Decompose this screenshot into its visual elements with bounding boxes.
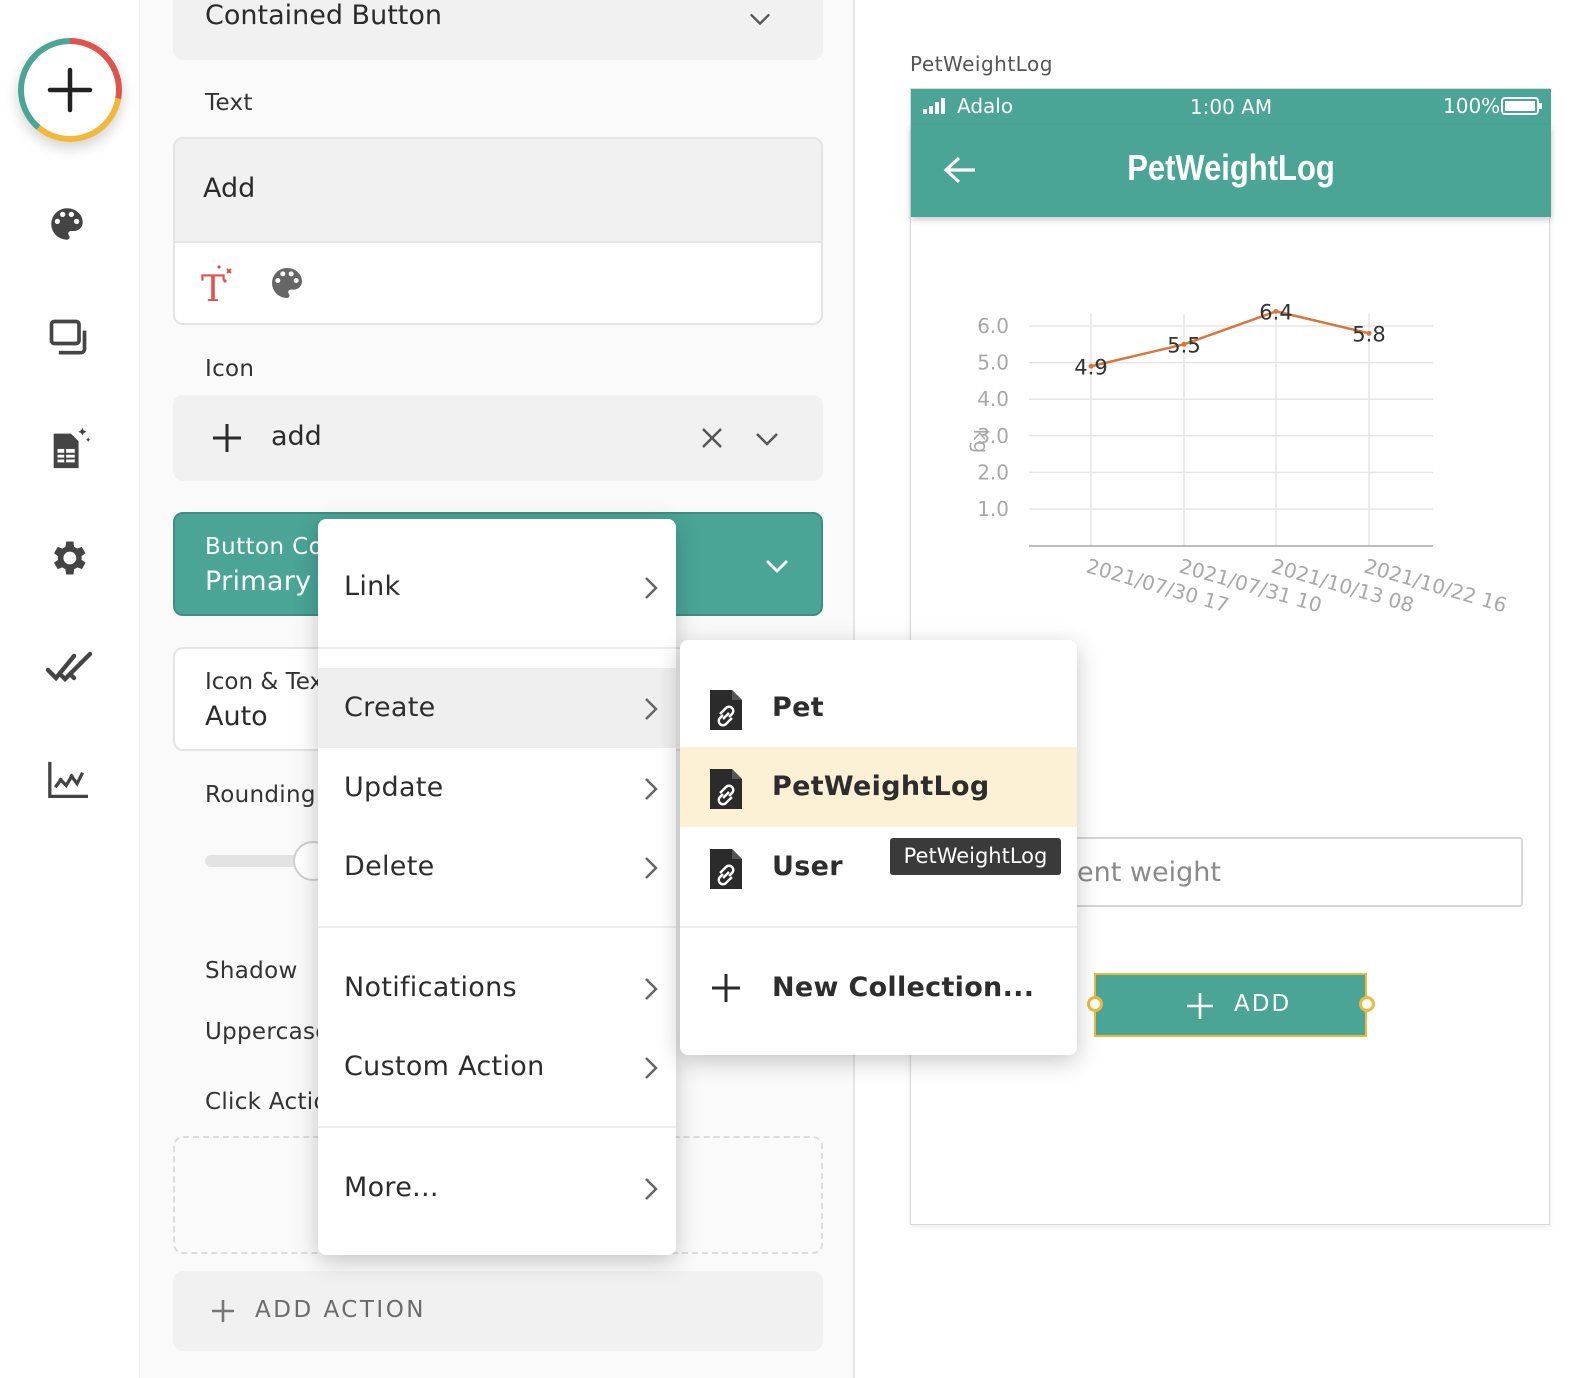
data-label: 6.4 [1259,300,1292,324]
battery-label: 100% [1443,94,1501,118]
submenu-item-petweightlog[interactable]: PetWeightLog [680,747,1077,827]
publish-check-icon[interactable] [45,648,93,694]
gear-icon[interactable] [46,536,92,582]
tooltip: PetWeightLog [890,838,1061,875]
data-label: 5.8 [1352,322,1385,346]
new-collection-button[interactable]: New Collection... [680,948,1077,1028]
submenu-item-label: PetWeightLog [772,771,990,802]
chevron-right-icon [645,698,658,720]
data-label: 4.9 [1074,355,1107,379]
icon-label: Icon [205,356,255,382]
menu-item-label: Update [344,772,444,803]
y-tick-label: 1.0 [977,497,1009,521]
menu-item-update[interactable]: Update [318,748,676,828]
submenu-item-label: User [772,851,843,882]
clear-icon[interactable] [701,427,723,449]
menu-item-label: Create [344,692,436,723]
chevron-right-icon [645,1057,658,1079]
plus-icon [213,424,241,452]
menu-item-create[interactable]: Create [318,668,676,748]
menu-item-label: More... [344,1172,439,1203]
y-tick-label: 2.0 [977,460,1009,484]
new-collection-label: New Collection... [772,972,1035,1003]
text-label: Text [205,90,253,116]
add-component-button[interactable] [18,38,122,142]
left-toolbar [0,0,140,1378]
battery-icon [1501,97,1542,115]
add-action-button[interactable]: ADD ACTION [173,1271,823,1351]
rounding-label: Rounding [205,782,316,808]
submenu-item-pet[interactable]: Pet [680,668,1077,748]
icon-value: add [271,421,322,452]
palette-icon[interactable] [46,203,92,249]
chevron-right-icon [645,1178,658,1200]
icon-select[interactable]: add [173,395,823,481]
status-bar: Adalo 1:00 AM 100% [911,89,1551,125]
resize-handle-right[interactable] [1359,996,1375,1012]
add-button-label: ADD [1234,991,1292,1017]
weight-input-placeholder: ent weight [1077,857,1221,888]
text-color-palette-icon[interactable] [267,263,307,307]
resize-handle-left[interactable] [1087,996,1103,1012]
chevron-down-icon[interactable] [755,431,779,447]
add-icon [47,67,93,113]
icon-text-label: Icon & Tex [205,669,324,695]
chevron-right-icon [645,577,658,599]
magic-text-icon[interactable]: T [199,263,241,310]
menu-item-label: Link [344,571,401,602]
collection-link-icon [710,849,742,889]
chevron-right-icon [645,778,658,800]
menu-item-notifications[interactable]: Notifications [318,948,676,1028]
screens-icon[interactable] [46,316,92,362]
y-tick-label: 5.0 [977,351,1009,375]
collection-link-icon [710,690,742,730]
y-tick-label: 6.0 [977,314,1009,338]
screen-name-label: PetWeightLog [910,52,1053,76]
add-action-label: ADD ACTION [255,1297,426,1323]
plus-icon [1187,993,1213,1019]
click-action-menu: Link Create Update Delete Notifications … [318,519,676,1255]
text-input[interactable]: Add [175,139,821,243]
chevron-right-icon [645,857,658,879]
app-bar: PetWeightLog [911,125,1551,217]
uppercase-label: Uppercase [205,1019,330,1045]
weight-chart: 1.02.03.04.05.06.0kg2021/07/30 172021/07… [969,300,1510,617]
database-icon[interactable] [46,424,92,470]
y-tick-label: 4.0 [977,387,1009,411]
app-title: PetWeightLog [1127,147,1335,188]
menu-item-label: Delete [344,851,435,882]
menu-item-link[interactable]: Link [318,547,676,627]
submenu-item-label: Pet [772,692,824,723]
text-field-group: Add T [173,137,823,325]
text-input-value: Add [203,173,256,204]
collection-link-icon [710,769,742,809]
menu-item-delete[interactable]: Delete [318,827,676,907]
series-line [1090,310,1370,368]
chevron-down-icon [766,560,788,573]
y-axis-label: kg [969,429,993,453]
add-button[interactable]: ADD [1094,973,1367,1037]
plus-icon [712,974,740,1002]
menu-item-custom-action[interactable]: Custom Action [318,1027,676,1107]
chevron-down-icon [750,13,770,26]
click-action-label: Click Actio [205,1089,328,1115]
component-type-value: Contained Button [205,0,443,31]
button-color-value: Primary [205,566,312,597]
menu-item-label: Custom Action [344,1051,545,1082]
icon-text-value: Auto [205,701,268,732]
data-label: 5.5 [1167,333,1200,357]
plus-icon [212,1300,234,1322]
svg-text:T: T [201,269,225,305]
button-color-label: Button Co [205,534,324,560]
menu-item-label: Notifications [344,972,517,1003]
chevron-right-icon [645,978,658,1000]
weight-input[interactable]: ent weight [1060,837,1523,907]
component-type-select[interactable]: Contained Button [173,0,823,60]
menu-item-more[interactable]: More... [318,1148,676,1228]
analytics-icon[interactable] [46,760,92,806]
shadow-label: Shadow [205,958,298,984]
